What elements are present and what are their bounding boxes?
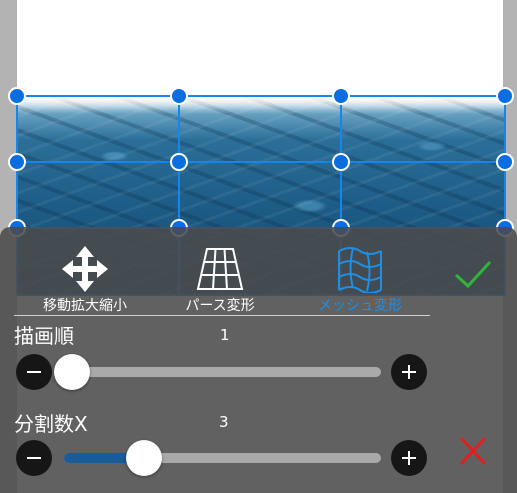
tool-move-scale[interactable]: 移動拡大縮小	[30, 245, 140, 317]
mesh-handle[interactable]	[496, 87, 514, 105]
split-x-increment-button[interactable]	[391, 440, 427, 476]
tool-divider	[14, 315, 430, 316]
mesh-handle[interactable]	[496, 153, 514, 171]
order-slider-knob[interactable]	[54, 354, 90, 390]
close-x-icon	[459, 436, 487, 466]
perspective-grid-icon	[196, 248, 244, 290]
split-x-decrement-button[interactable]	[16, 440, 52, 476]
split-x-label: 分割数X	[14, 412, 88, 436]
mesh-warp-icon	[338, 247, 382, 293]
order-decrement-button[interactable]	[16, 354, 52, 390]
order-increment-button[interactable]	[391, 354, 427, 390]
order-value: 1	[220, 326, 230, 344]
order-slider-track[interactable]	[64, 367, 381, 377]
mesh-handle[interactable]	[8, 87, 26, 105]
move-arrows-icon	[62, 246, 108, 292]
split-x-slider-knob[interactable]	[126, 440, 162, 476]
tool-perspective[interactable]: パース変形	[170, 245, 270, 317]
mesh-handle[interactable]	[332, 87, 350, 105]
order-label: 描画順	[14, 324, 74, 348]
plus-icon	[402, 451, 416, 465]
mesh-handle[interactable]	[170, 87, 188, 105]
tool-perspective-label: パース変形	[185, 298, 255, 314]
cancel-button[interactable]	[455, 433, 491, 469]
mesh-handle[interactable]	[332, 153, 350, 171]
plus-icon	[402, 365, 416, 379]
transform-panel: 移動拡大縮小 パース変形 メッシュ変形 描画順 1 分割数X 3	[0, 227, 517, 493]
mesh-handle[interactable]	[8, 153, 26, 171]
split-x-slider-track[interactable]	[64, 453, 381, 463]
tool-mesh-label: メッシュ変形	[318, 298, 402, 314]
split-x-value: 3	[219, 413, 229, 431]
tool-move-label: 移動拡大縮小	[43, 298, 127, 314]
confirm-button[interactable]	[452, 255, 494, 295]
mesh-handle[interactable]	[170, 153, 188, 171]
minus-icon	[27, 457, 41, 459]
checkmark-icon	[454, 260, 492, 289]
tool-mesh-warp[interactable]: メッシュ変形	[308, 245, 412, 317]
minus-icon	[27, 371, 41, 373]
